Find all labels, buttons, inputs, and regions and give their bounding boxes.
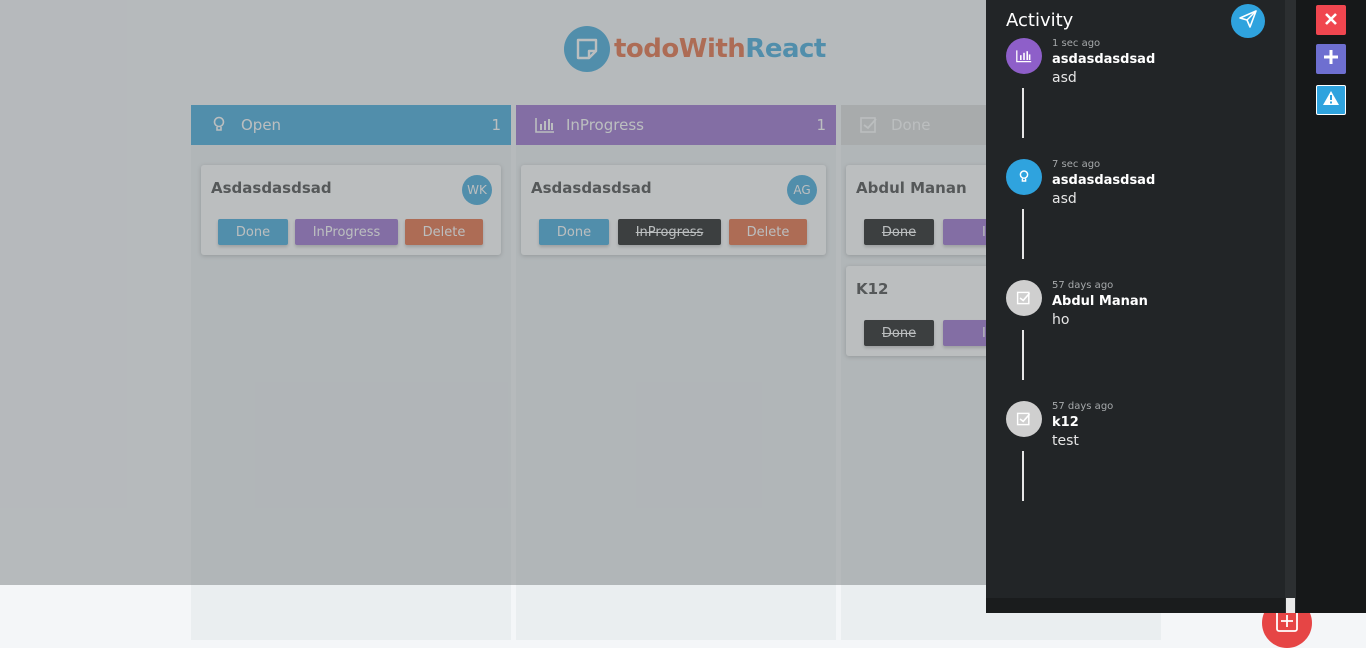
bar-chart-icon [1006,38,1042,74]
timeline-line [1022,451,1024,501]
send-button[interactable] [1231,4,1265,38]
activity-footer [986,598,1286,613]
activity-time: 57 days ago [1052,401,1114,412]
app-root: todoWithReact Open 1 Asdasdasdsad WK Don… [0,0,1366,648]
lightbulb-icon [1006,159,1042,195]
activity-scrollbar[interactable] [1285,0,1296,613]
checkbox-icon [1006,401,1042,437]
activity-message: asd [1052,70,1077,86]
checkbox-icon [1006,280,1042,316]
activity-panel[interactable]: Activity 1 sec ago asdasdasdsad asd 7 se… [986,0,1286,598]
warning-button[interactable] [1316,85,1346,115]
timeline-line [1022,209,1024,259]
activity-time: 1 sec ago [1052,38,1101,49]
timeline-line [1022,88,1024,138]
paper-plane-icon [1238,9,1258,33]
activity-task-name: asdasdasdsad [1052,173,1156,188]
activity-task-name: k12 [1052,415,1079,430]
activity-task-name: Abdul Manan [1052,294,1148,309]
activity-time: 7 sec ago [1052,159,1101,170]
plus-icon [1323,49,1339,69]
side-toolbar [1296,0,1366,613]
plus-square-icon [1275,609,1299,637]
activity-message: test [1052,433,1079,449]
activity-time: 57 days ago [1052,280,1114,291]
activity-message: ho [1052,312,1070,328]
close-icon [1324,11,1338,30]
close-button[interactable] [1316,5,1346,35]
activity-message: asd [1052,191,1077,207]
warning-icon [1322,90,1340,110]
timeline-line [1022,330,1024,380]
add-button[interactable] [1316,44,1346,74]
activity-title: Activity [1006,10,1074,31]
activity-task-name: asdasdasdsad [1052,52,1156,67]
scrollbar-thumb[interactable] [1286,598,1295,613]
